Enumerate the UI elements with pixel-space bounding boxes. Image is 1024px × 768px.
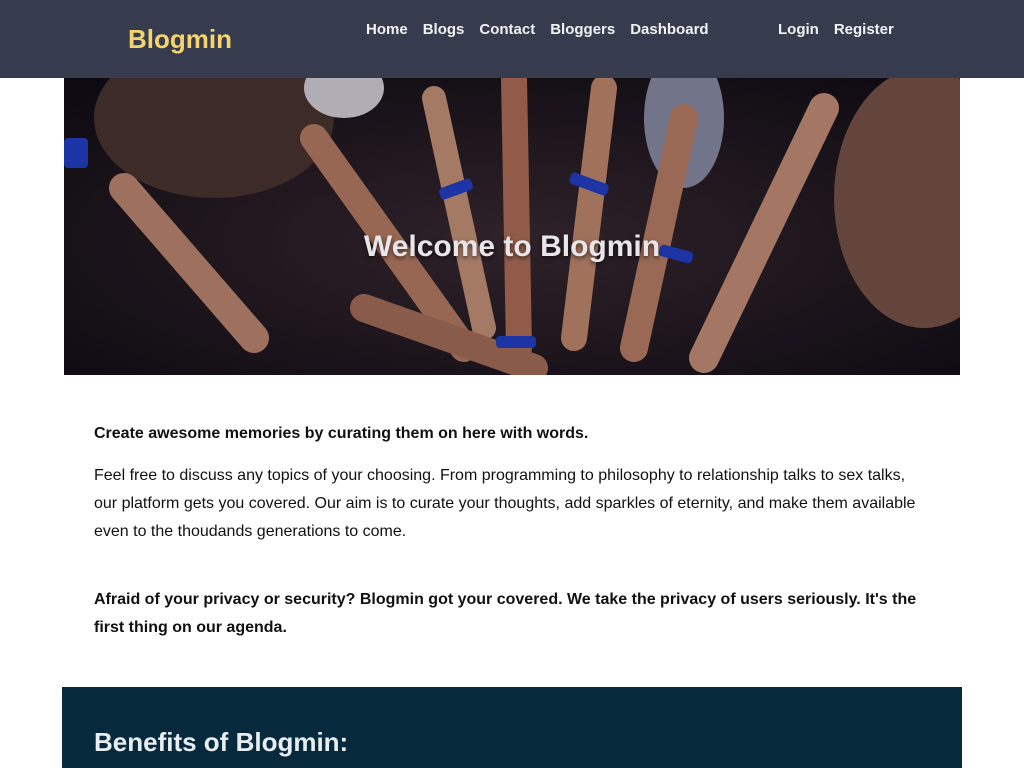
nav-contact-link[interactable]: Contact	[479, 21, 535, 39]
hero-image	[64, 78, 960, 375]
intro-lead: Create awesome memories by curating them…	[94, 425, 589, 442]
nav-bloggers-link[interactable]: Bloggers	[550, 21, 615, 39]
main-nav: Home Blogs Contact Bloggers Dashboard	[366, 21, 709, 39]
hero-title: Welcome to Blogmin	[363, 230, 661, 264]
intro-content: Create awesome memories by curating them…	[94, 420, 924, 642]
register-link[interactable]: Register	[834, 21, 894, 39]
nav-dashboard-link[interactable]: Dashboard	[630, 21, 708, 39]
nav-blogs-link[interactable]: Blogs	[423, 21, 465, 39]
intro-paragraph: Feel free to discuss any topics of your …	[94, 467, 916, 540]
navbar: Blogmin Home Blogs Contact Bloggers Dash…	[0, 0, 1024, 78]
login-link[interactable]: Login	[778, 21, 819, 39]
benefits-title: Benefits of Blogmin:	[94, 727, 349, 757]
privacy-statement: Afraid of your privacy or security? Blog…	[94, 591, 917, 636]
nav-home-link[interactable]: Home	[366, 21, 408, 39]
auth-nav: Login Register	[778, 21, 894, 39]
benefits-section: Benefits of Blogmin:	[62, 687, 962, 768]
brand-logo[interactable]: Blogmin	[128, 24, 232, 54]
hero-banner: Welcome to Blogmin	[64, 78, 960, 375]
